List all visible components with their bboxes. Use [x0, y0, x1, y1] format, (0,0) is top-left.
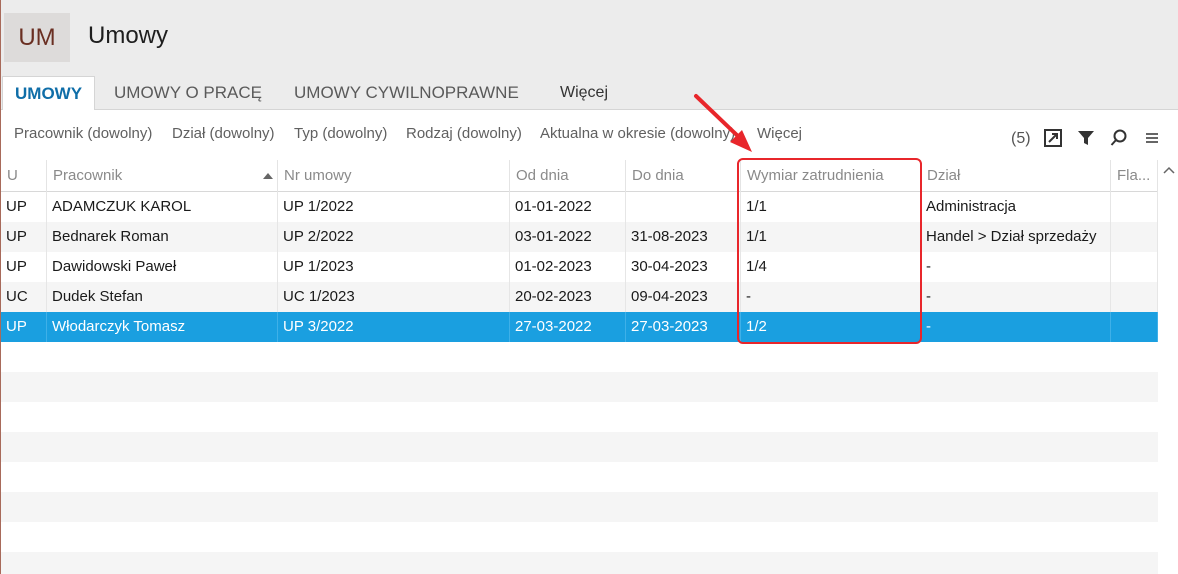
cell-dzial: -: [921, 252, 1111, 282]
table-row[interactable]: UP Dawidowski Paweł UP 1/2023 01-02-2023…: [1, 252, 1158, 282]
tab-umowy[interactable]: UMOWY: [2, 76, 96, 111]
cell-do-dnia: 30-04-2023: [626, 252, 741, 282]
cell-flag: [1111, 312, 1158, 342]
sort-ascending-icon: [263, 173, 273, 179]
empty-row: [1, 522, 1158, 552]
table-row[interactable]: UP ADAMCZUK KAROL UP 1/2022 01-01-2022 1…: [1, 192, 1158, 222]
column-header-nr-umowy[interactable]: Nr umowy: [278, 160, 510, 192]
empty-row: [1, 372, 1158, 402]
column-header-pracownik[interactable]: Pracownik: [47, 160, 278, 192]
column-header-u[interactable]: U: [1, 160, 47, 192]
cell-od-dnia: 01-02-2023: [510, 252, 626, 282]
tab-umowy-o-prace[interactable]: UMOWY O PRACĘ: [114, 76, 262, 110]
filter-more[interactable]: Więcej: [757, 125, 802, 142]
empty-row: [1, 462, 1158, 492]
cell-pracownik: Bednarek Roman: [47, 222, 278, 252]
filter-typ[interactable]: Typ (dowolny): [294, 125, 387, 142]
cell-dzial: Handel > Dział sprzedaży: [921, 222, 1111, 252]
filter-dzial[interactable]: Dział (dowolny): [172, 125, 275, 142]
annotation-arrow-icon: [694, 94, 752, 152]
cell-u: UP: [1, 192, 47, 222]
cell-pracownik: Dudek Stefan: [47, 282, 278, 312]
cell-flag: [1111, 282, 1158, 312]
filter-rodzaj[interactable]: Rodzaj (dowolny): [406, 125, 522, 142]
filter-bar: Pracownik (dowolny) Dział (dowolny) Typ …: [1, 110, 1178, 160]
cell-u: UP: [1, 252, 47, 282]
cell-od-dnia: 27-03-2022: [510, 312, 626, 342]
cell-do-dnia: 09-04-2023: [626, 282, 741, 312]
tab-bar: UMOWY UMOWY O PRACĘ UMOWY CYWILNOPRAWNE …: [1, 76, 1178, 111]
scroll-up-icon[interactable]: [1163, 164, 1175, 176]
menu-icon[interactable]: [1142, 128, 1162, 148]
cell-do-dnia: 27-03-2023: [626, 312, 741, 342]
table-header: U Pracownik Nr umowy Od dnia Do dnia Wym…: [1, 160, 1158, 192]
cell-nr-umowy: UP 1/2023: [278, 252, 510, 282]
cell-od-dnia: 01-01-2022: [510, 192, 626, 222]
cell-u: UP: [1, 222, 47, 252]
record-count: (5): [1011, 130, 1031, 147]
page-title: Umowy: [88, 22, 169, 49]
table-row[interactable]: UP Bednarek Roman UP 2/2022 03-01-2022 3…: [1, 222, 1158, 252]
column-header-dzial[interactable]: Dział: [921, 160, 1111, 192]
empty-row: [1, 342, 1158, 372]
cell-nr-umowy: UP 3/2022: [278, 312, 510, 342]
cell-u: UC: [1, 282, 47, 312]
empty-row: [1, 432, 1158, 462]
cell-nr-umowy: UP 2/2022: [278, 222, 510, 252]
tab-more[interactable]: Więcej: [560, 76, 608, 110]
cell-dzial: -: [921, 282, 1111, 312]
empty-row: [1, 492, 1158, 522]
cell-od-dnia: 20-02-2023: [510, 282, 626, 312]
annotation-highlight-box: [737, 158, 922, 344]
empty-row: [1, 552, 1158, 574]
cell-dzial: -: [921, 312, 1111, 342]
cell-dzial: Administracja: [921, 192, 1111, 222]
cell-od-dnia: 03-01-2022: [510, 222, 626, 252]
filter-pracownik[interactable]: Pracownik (dowolny): [14, 125, 152, 142]
column-header-flag[interactable]: Fla...: [1111, 160, 1158, 192]
cell-u: UP: [1, 312, 47, 342]
column-header-od-dnia[interactable]: Od dnia: [510, 160, 626, 192]
cell-pracownik: Dawidowski Paweł: [47, 252, 278, 282]
table-row-selected[interactable]: UP Włodarczyk Tomasz UP 3/2022 27-03-202…: [1, 312, 1158, 342]
column-header-do-dnia[interactable]: Do dnia: [626, 160, 741, 192]
cell-flag: [1111, 192, 1158, 222]
cell-do-dnia: [626, 192, 741, 222]
contracts-table: U Pracownik Nr umowy Od dnia Do dnia Wym…: [1, 160, 1158, 574]
cell-pracownik: Włodarczyk Tomasz: [47, 312, 278, 342]
search-icon[interactable]: [1109, 128, 1129, 148]
tab-umowy-cywilnoprawne[interactable]: UMOWY CYWILNOPRAWNE: [294, 76, 519, 110]
cell-flag: [1111, 252, 1158, 282]
cell-flag: [1111, 222, 1158, 252]
app-header: UM Umowy: [1, 0, 1178, 76]
filter-icon[interactable]: [1076, 128, 1096, 148]
app-badge: UM: [4, 13, 70, 62]
export-icon[interactable]: [1043, 128, 1063, 148]
table-row[interactable]: UC Dudek Stefan UC 1/2023 20-02-2023 09-…: [1, 282, 1158, 312]
cell-do-dnia: 31-08-2023: [626, 222, 741, 252]
cell-pracownik: ADAMCZUK KAROL: [47, 192, 278, 222]
cell-nr-umowy: UP 1/2022: [278, 192, 510, 222]
cell-nr-umowy: UC 1/2023: [278, 282, 510, 312]
empty-row: [1, 402, 1158, 432]
